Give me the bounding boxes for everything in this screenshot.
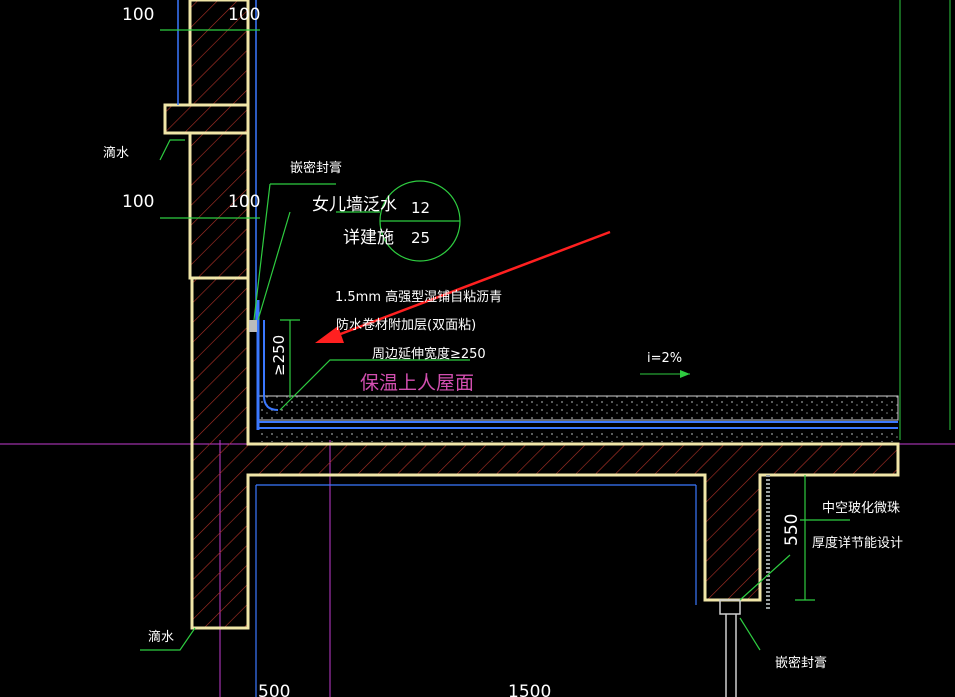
roof-type-label: 保温上人屋面 [360, 372, 474, 394]
cad-drawing: 100 100 滴水 100 100 嵌密封膏 女儿墙泛水 详建施 12 25 … [0, 0, 955, 697]
dim-mid-left: 100 [122, 192, 154, 212]
drip-lower-label: 滴水 [148, 629, 174, 645]
drip-upper-label: 滴水 [103, 145, 129, 161]
concrete-structure [190, 276, 900, 697]
membrane-line-1: 1.5mm 高强型湿铺自粘沥青 [335, 289, 502, 305]
dim-550: 550 [782, 514, 802, 546]
parapet-wall [163, 0, 257, 320]
dim-mid-right: 100 [228, 192, 260, 212]
slope-arrow [640, 370, 690, 378]
slope-label: i=2% [647, 351, 682, 366]
height-dimension: ≥250 [270, 335, 288, 376]
parapet-flashing-label: 女儿墙泛水 [312, 195, 397, 215]
window-frame [719, 599, 741, 697]
dim-top-left: 100 [122, 5, 154, 25]
dim-bottom-left: 500 [258, 682, 290, 697]
see-arch-label: 详建施 [343, 228, 394, 248]
dim-top-right: 100 [228, 5, 260, 25]
detail-number: 12 [411, 199, 430, 217]
sheet-number: 25 [411, 229, 430, 247]
sealant-lower-label: 嵌密封膏 [775, 655, 827, 671]
sealant-upper-label: 嵌密封膏 [290, 160, 342, 176]
dim-bottom-right: 1500 [508, 682, 551, 697]
membrane-line-2: 防水卷材附加层(双面粘) [336, 317, 476, 333]
reference-lines [899, 0, 951, 440]
insulation-line-1: 中空玻化微珠 [822, 501, 900, 516]
insulation-line-2: 厚度详节能设计 [812, 535, 903, 551]
membrane-line-3: 周边延伸宽度≥250 [372, 346, 486, 362]
